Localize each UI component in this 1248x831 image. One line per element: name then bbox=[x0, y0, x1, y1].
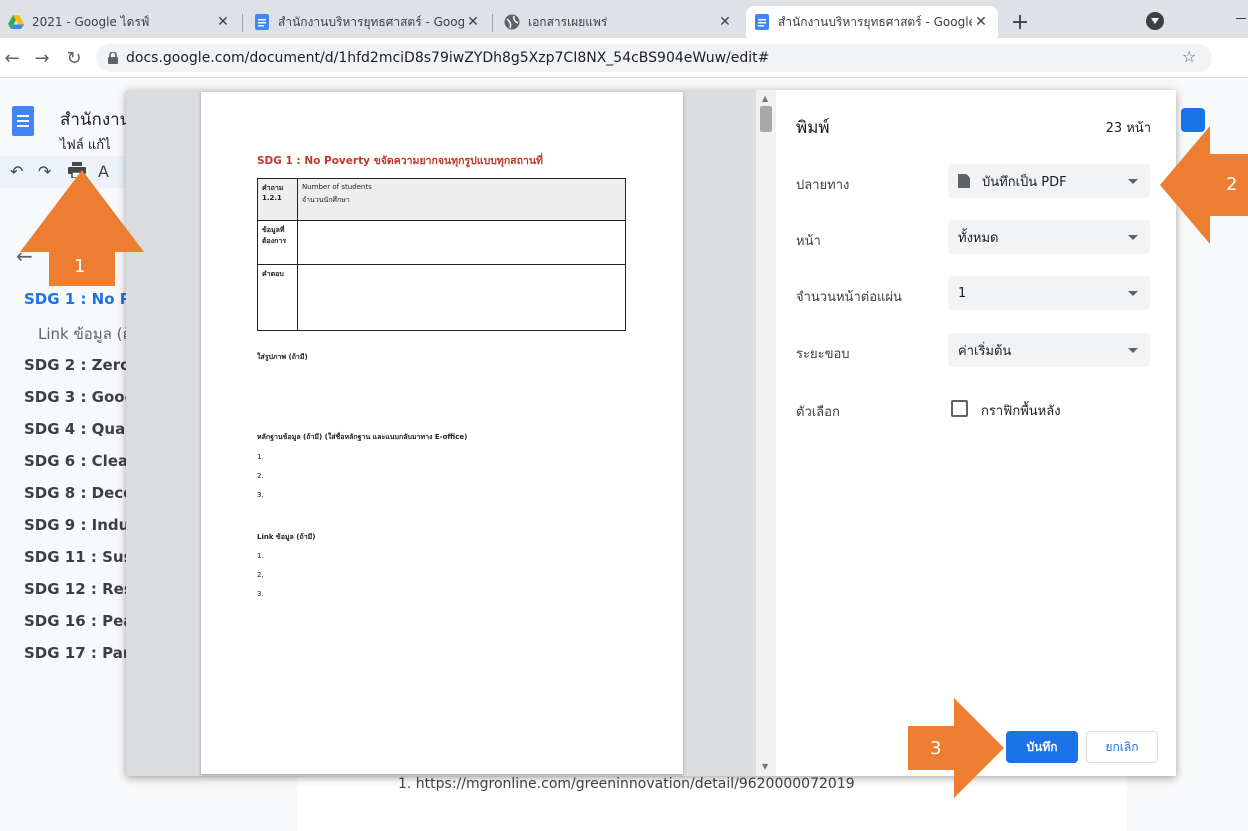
preview-image-label: ใส่รูปภาพ (ถ้ามี) bbox=[257, 353, 308, 361]
pages-per-sheet-select[interactable]: 1 bbox=[948, 276, 1150, 310]
outline-item[interactable]: SDG 1 : No Po bbox=[24, 290, 141, 308]
preview-scrollbar[interactable]: ▲ ▼ bbox=[756, 90, 776, 776]
destination-value: บันทึกเป็น PDF bbox=[982, 174, 1067, 190]
outline-item[interactable]: Link ข้อมูล (ถ้า bbox=[38, 322, 140, 346]
destination-label: ปลายทาง bbox=[796, 178, 850, 193]
background-graphics-label[interactable]: กราฟิกพื้นหลัง bbox=[981, 400, 1061, 421]
forward-icon[interactable]: → bbox=[30, 46, 54, 70]
print-settings-pane: พิมพ์ 23 หน้า ปลายทาง บันทึกเป็น PDF หน้… bbox=[776, 90, 1176, 776]
url-text: docs.google.com/document/d/1hfd2mciD8s79… bbox=[126, 50, 770, 66]
tab-separator bbox=[242, 14, 243, 32]
outline-item[interactable]: SDG 6 : Clean bbox=[24, 452, 139, 470]
tab-title: เอกสารเผยแพร่ bbox=[528, 14, 608, 29]
preview-heading: SDG 1 : No Poverty ขจัดความยากจนทุกรูปแบ… bbox=[257, 155, 543, 167]
destination-select[interactable]: บันทึกเป็น PDF bbox=[948, 164, 1150, 198]
preview-list-number: 1. bbox=[257, 552, 264, 560]
chevron-down-icon bbox=[1128, 179, 1138, 184]
browser-tab-bar: 2021 - Google ไดรฟ์ ✕ สำนักงานบริหารยุทธ… bbox=[0, 0, 1248, 38]
docs-menu-bar[interactable]: ไฟล์ แก้ไ bbox=[60, 134, 111, 155]
tab-docs-active[interactable]: สำนักงานบริหารยุทธศาสตร์ - Google ✕ bbox=[746, 6, 998, 38]
print-preview-pane: SDG 1 : No Poverty ขจัดความยากจนทุกรูปแบ… bbox=[126, 90, 758, 776]
background-graphics-checkbox[interactable] bbox=[951, 400, 968, 417]
cancel-button[interactable]: ยกเลิก bbox=[1086, 731, 1158, 763]
close-icon[interactable]: ✕ bbox=[464, 13, 482, 31]
pages-label: หน้า bbox=[796, 234, 821, 249]
bookmark-star-icon[interactable]: ☆ bbox=[1182, 47, 1196, 66]
table-cell-text: จำนวนนักศึกษา bbox=[302, 196, 350, 204]
close-icon[interactable]: ✕ bbox=[214, 13, 232, 31]
browser-address-bar: ← → ↻ docs.google.com/document/d/1hfd2mc… bbox=[0, 38, 1248, 78]
new-tab-icon[interactable]: + bbox=[1008, 10, 1032, 35]
step-1-number: 1 bbox=[74, 256, 86, 277]
step-3-arrow: 3 bbox=[908, 698, 1004, 798]
google-drive-icon bbox=[8, 14, 24, 30]
tab-title: สำนักงานบริหารยุทธศาสตร์ - Google bbox=[278, 14, 464, 29]
document-icon bbox=[958, 174, 970, 188]
tab-docs-1[interactable]: สำนักงานบริหารยุทธศาสตร์ - Google ✕ bbox=[246, 6, 490, 38]
preview-list-number: 3. bbox=[257, 590, 264, 598]
table-cell bbox=[297, 264, 626, 331]
table-cell: คำถาม 1.2.1 bbox=[257, 178, 298, 221]
preview-list-number: 2. bbox=[257, 472, 264, 480]
outline-item[interactable]: SDG 16 : Peac bbox=[24, 612, 142, 630]
globe-icon bbox=[504, 14, 520, 30]
lock-icon bbox=[108, 49, 118, 68]
document-title[interactable]: สำนักงาน bbox=[60, 106, 131, 133]
chevron-down-icon bbox=[1128, 291, 1138, 296]
screenshot-root: 2021 - Google ไดรฟ์ ✕ สำนักงานบริหารยุทธ… bbox=[0, 0, 1248, 831]
preview-table: คำถาม 1.2.1 Number of students จำนวนนักศ… bbox=[257, 178, 626, 331]
close-icon[interactable]: ✕ bbox=[972, 13, 990, 31]
step-1-arrow: 1 bbox=[20, 170, 144, 286]
google-docs-icon bbox=[254, 14, 270, 30]
save-button[interactable]: บันทึก bbox=[1006, 731, 1078, 763]
tab-search-icon[interactable] bbox=[1146, 12, 1164, 30]
pages-per-sheet-value: 1 bbox=[958, 285, 967, 301]
tab-google-drive[interactable]: 2021 - Google ไดรฟ์ ✕ bbox=[0, 6, 240, 38]
chevron-down-icon bbox=[1128, 235, 1138, 240]
page-count: 23 หน้า bbox=[1105, 121, 1151, 136]
step-2-number: 2 bbox=[1226, 174, 1238, 195]
print-dialog: SDG 1 : No Poverty ขจัดความยากจนทุกรูปแบ… bbox=[126, 90, 1176, 776]
preview-list-number: 1. bbox=[257, 453, 264, 461]
scrollbar-thumb[interactable] bbox=[760, 106, 772, 132]
pages-value: ทั้งหมด bbox=[958, 230, 999, 246]
minimize-icon[interactable] bbox=[1236, 18, 1246, 19]
step-3-number: 3 bbox=[930, 738, 942, 759]
omnibox[interactable]: docs.google.com/document/d/1hfd2mciD8s79… bbox=[96, 44, 1212, 72]
back-icon[interactable]: ← bbox=[0, 46, 24, 70]
pages-per-sheet-label: จำนวนหน้าต่อแผ่น bbox=[796, 290, 902, 305]
chevron-down-icon bbox=[1128, 348, 1138, 353]
tab-title: 2021 - Google ไดรฟ์ bbox=[32, 14, 150, 29]
options-label: ตัวเลือก bbox=[796, 405, 840, 420]
print-title: พิมพ์ bbox=[796, 118, 830, 138]
margins-label: ระยะขอบ bbox=[796, 347, 850, 362]
preview-page: SDG 1 : No Poverty ขจัดความยากจนทุกรูปแบ… bbox=[201, 92, 683, 774]
tab-separator bbox=[492, 14, 493, 32]
preview-list-number: 3. bbox=[257, 491, 264, 499]
table-cell: คำตอบ bbox=[257, 264, 298, 331]
scroll-down-icon[interactable]: ▼ bbox=[762, 762, 768, 771]
close-icon[interactable]: ✕ bbox=[716, 13, 734, 31]
preview-evidence-label: หลักฐานข้อมูล (ถ้ามี) (ใส่ชื่อหลักฐาน แล… bbox=[257, 433, 468, 441]
table-cell bbox=[297, 220, 626, 265]
table-cell-text: Number of students bbox=[302, 183, 372, 191]
table-cell: Number of students จำนวนนักศึกษา bbox=[297, 178, 626, 221]
pages-select[interactable]: ทั้งหมด bbox=[948, 220, 1150, 254]
reload-icon[interactable]: ↻ bbox=[62, 46, 86, 70]
preview-link-label: Link ข้อมูล (ถ้ามี) bbox=[257, 533, 316, 541]
preview-list-number: 2. bbox=[257, 571, 264, 579]
google-docs-logo-icon[interactable] bbox=[12, 106, 34, 136]
scroll-up-icon[interactable]: ▲ bbox=[762, 94, 768, 103]
document-footnote[interactable]: 1. https://mgronline.com/greeninnovation… bbox=[398, 776, 855, 792]
step-2-arrow: 2 bbox=[1160, 126, 1248, 244]
google-docs-icon bbox=[754, 14, 770, 30]
margins-select[interactable]: ค่าเริ่มต้น bbox=[948, 333, 1150, 367]
margins-value: ค่าเริ่มต้น bbox=[958, 343, 1012, 359]
tab-published-docs[interactable]: เอกสารเผยแพร่ ✕ bbox=[496, 6, 742, 38]
table-cell: ข้อมูลที่ต้องการ bbox=[257, 220, 298, 265]
tab-title: สำนักงานบริหารยุทธศาสตร์ - Google bbox=[778, 14, 972, 29]
